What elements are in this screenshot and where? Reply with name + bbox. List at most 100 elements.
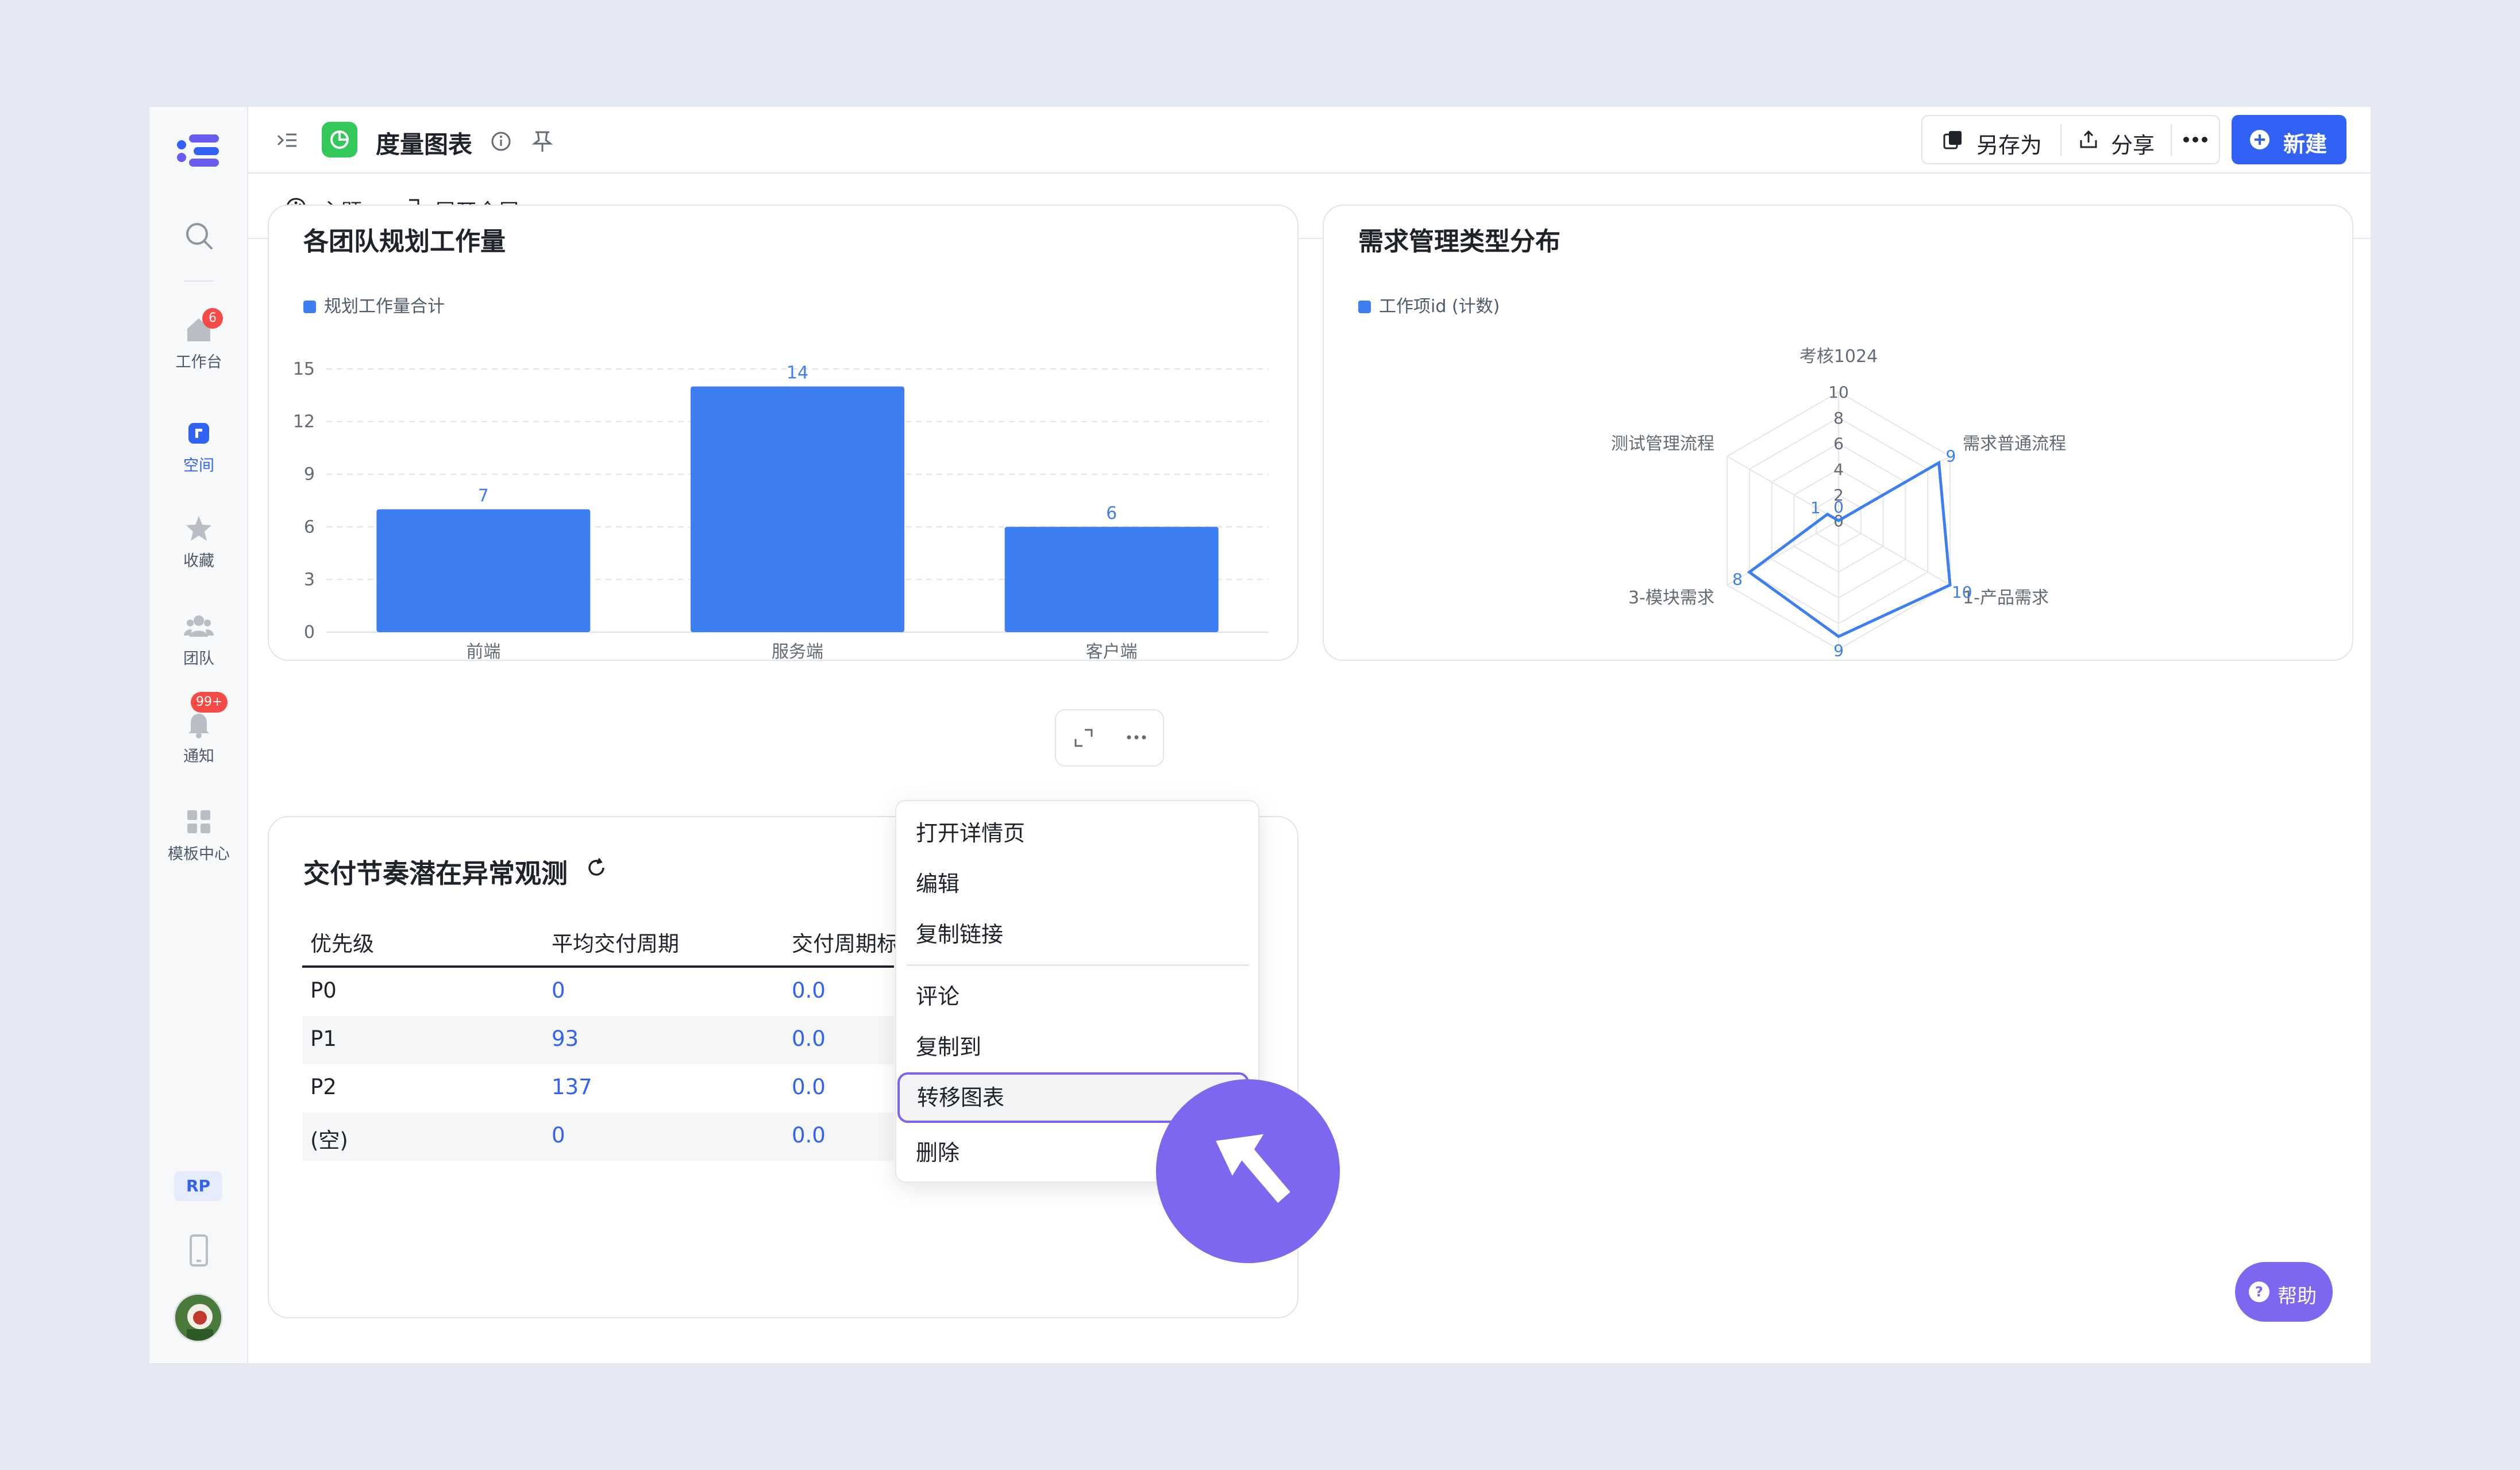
more-icon[interactable] [2181, 133, 2210, 146]
save-as-button[interactable]: 另存为 [1976, 128, 2042, 159]
rail-item-templates[interactable]: 模板中心 [149, 806, 248, 864]
group-divider [2060, 124, 2062, 156]
avatar[interactable] [174, 1293, 223, 1342]
radar-data-label: 9 [1945, 447, 1956, 465]
data-label: 14 [787, 363, 808, 383]
radar-tick-label: 8 [1833, 409, 1844, 428]
cell-priority: (空) [310, 1128, 348, 1153]
table-row[interactable]: (空) 0 0.0 [302, 1113, 894, 1161]
y-tick-label: 0 [304, 622, 315, 642]
mobile-icon[interactable] [185, 1233, 213, 1268]
rail-item-workbench[interactable]: 工作台 6 [149, 308, 248, 372]
radar-axis-label: 3-模块需求 [1628, 588, 1714, 608]
table-header-avg-cycle[interactable]: 平均交付周期 [552, 926, 679, 957]
cell-priority: P1 [310, 1026, 337, 1051]
rail-divider [184, 280, 214, 282]
table-row[interactable]: P1 93 0.0 [302, 1016, 894, 1064]
cell-cycle-std[interactable]: 0.0 [792, 1026, 826, 1051]
left-rail: 工作台 6 空间 收藏 团队 通知 99+ 模板中心 RP [149, 107, 248, 1363]
bar [376, 509, 591, 632]
space-icon [188, 423, 209, 444]
bar-chart-card: 各团队规划工作量 规划工作量合计 0 3 6 9 12 15 7 前端 14 服务端 6 客户端 [268, 205, 1298, 661]
table-header-priority[interactable]: 优先级 [310, 926, 374, 957]
rail-item-team[interactable]: 团队 [149, 610, 248, 668]
refresh-icon[interactable] [585, 856, 608, 879]
cell-priority: P0 [310, 978, 337, 1003]
help-button[interactable]: ? 帮助 [2235, 1262, 2333, 1322]
rail-label-favorites: 收藏 [183, 552, 214, 570]
radar-axis-label: 测试管理流程 [1611, 434, 1714, 454]
y-tick-label: 15 [293, 359, 315, 379]
menu-item-comment[interactable]: 评论 [896, 971, 1261, 1022]
cell-cycle-std[interactable]: 0.0 [792, 1123, 826, 1148]
bar [1004, 526, 1219, 632]
group-divider [2171, 124, 2172, 156]
radar-series-line [1747, 460, 1952, 638]
x-tick-label: 前端 [466, 642, 500, 661]
radar-data-label: 8 [1732, 570, 1743, 589]
radar-axis-line [1838, 520, 1951, 586]
expand-icon[interactable] [1073, 728, 1094, 748]
menu-item-copy-link[interactable]: 复制链接 [896, 909, 1261, 960]
plus-circle-icon [2250, 130, 2269, 149]
header-action-group: 另存为 分享 [1921, 115, 2220, 164]
radar-data-label: 9 [1833, 641, 1844, 660]
bar [691, 386, 904, 632]
click-cursor-indicator [1156, 1079, 1340, 1263]
search-icon[interactable] [183, 220, 215, 252]
menu-item-edit[interactable]: 编辑 [896, 859, 1261, 909]
menu-item-copy-to[interactable]: 复制到 [896, 1022, 1261, 1072]
pin-icon[interactable] [532, 130, 553, 153]
cell-avg-cycle[interactable]: 0 [552, 978, 565, 1003]
radar-tick-label: 6 [1833, 434, 1844, 453]
radar-chart: 0246810考核1024需求普通流程1-产品需求2-功能需求3-模块需求测试管… [1611, 347, 2066, 660]
radar-data-label: 0 [1833, 498, 1844, 517]
template-icon [187, 810, 210, 833]
cell-priority: P2 [310, 1075, 337, 1099]
table-card-title: 交付节奏潜在异常观测 [303, 858, 568, 889]
more-icon[interactable] [1125, 732, 1148, 742]
table-row[interactable]: P0 0 0.0 [302, 968, 894, 1016]
table-header-cycle-std[interactable]: 交付周期标 [792, 926, 898, 957]
new-button-label: 新建 [2283, 132, 2328, 157]
radar-data-label: 1 [1810, 498, 1821, 517]
rail-item-space[interactable]: 空间 [149, 417, 248, 475]
radar-axis-label: 考核1024 [1800, 347, 1878, 367]
cell-cycle-std[interactable]: 0.0 [792, 1075, 826, 1099]
cell-cycle-std[interactable]: 0.0 [792, 978, 826, 1003]
question-icon: ? [2249, 1282, 2269, 1302]
x-tick-label: 服务端 [772, 642, 823, 661]
radar-axis-label: 需求普通流程 [1963, 434, 2066, 454]
user-initials-badge[interactable]: RP [174, 1171, 222, 1201]
rail-item-favorites[interactable]: 收藏 [149, 513, 248, 571]
cell-avg-cycle[interactable]: 93 [552, 1026, 579, 1051]
y-tick-label: 9 [304, 464, 315, 484]
table-row[interactable]: P2 137 0.0 [302, 1064, 894, 1113]
radar-tick-label: 4 [1833, 460, 1844, 479]
y-tick-label: 6 [304, 517, 315, 537]
menu-item-open-detail[interactable]: 打开详情页 [896, 808, 1261, 859]
radar-axis-line [1727, 456, 1839, 521]
rail-label-team: 团队 [183, 650, 214, 668]
x-tick-label: 客户端 [1086, 642, 1138, 661]
sidebar-toggle-icon[interactable] [276, 129, 299, 152]
rail-item-notifications[interactable]: 通知 99+ [149, 692, 248, 766]
app-logo[interactable] [176, 132, 221, 169]
share-button[interactable]: 分享 [2111, 128, 2155, 159]
star-icon [186, 516, 211, 541]
data-label: 7 [478, 486, 489, 506]
svg-text:?: ? [2255, 1284, 2263, 1300]
rail-label-notifications: 通知 [183, 748, 214, 765]
help-label: 帮助 [2278, 1285, 2317, 1308]
rail-label-workbench: 工作台 [175, 353, 222, 371]
card-action-box [1055, 709, 1164, 767]
share-icon [2080, 130, 2097, 148]
cell-avg-cycle[interactable]: 0 [552, 1123, 565, 1148]
cell-avg-cycle[interactable]: 137 [552, 1075, 592, 1099]
avatar-image [175, 1295, 221, 1341]
info-icon[interactable] [491, 131, 511, 152]
page-title: 度量图表 [376, 130, 473, 159]
workbench-badge: 6 [202, 308, 223, 329]
radar-data-label: 10 [1952, 583, 1972, 602]
new-button[interactable]: 新建 [2232, 115, 2346, 164]
